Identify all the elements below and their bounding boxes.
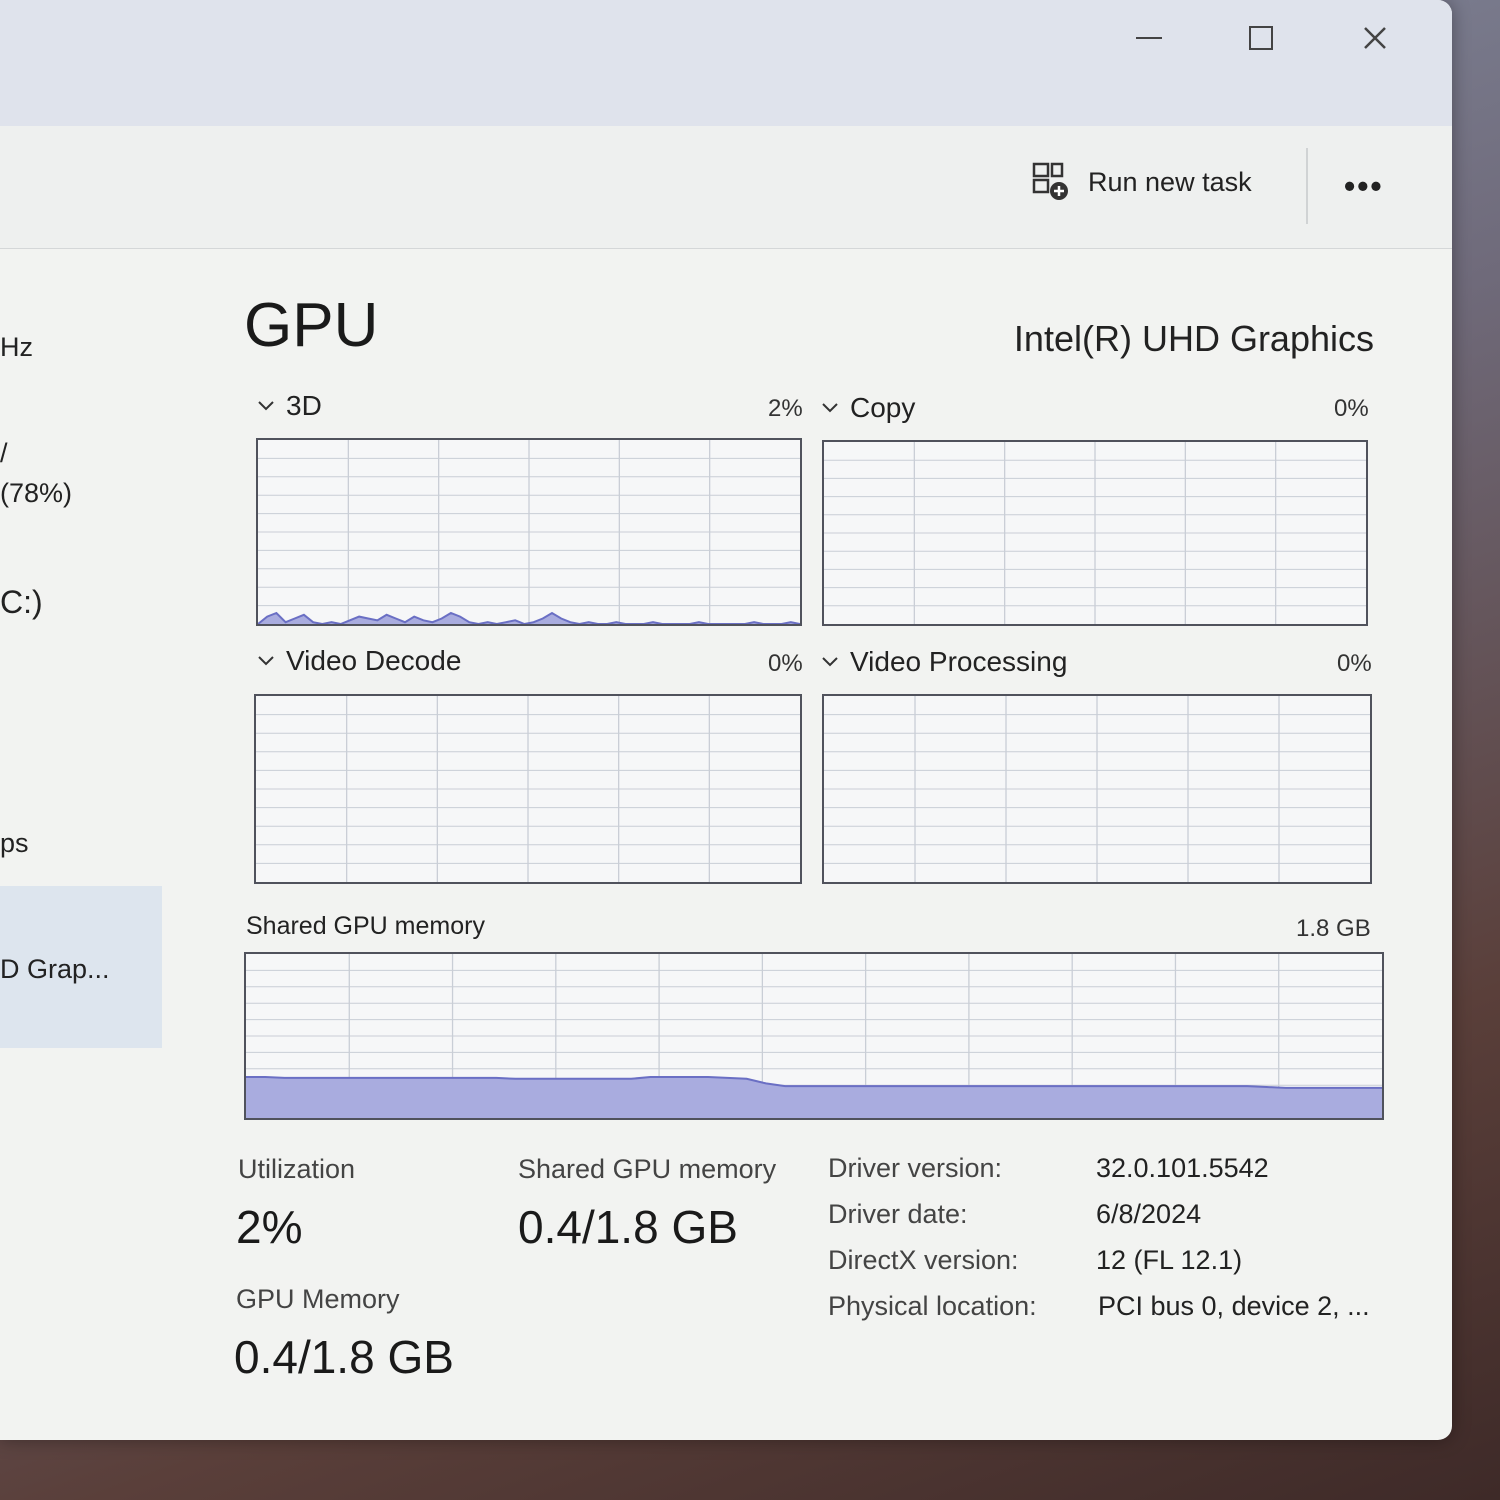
maximize-button[interactable] xyxy=(1236,16,1286,60)
engine-3d-chart xyxy=(257,440,801,626)
gpu-memory-value: 0.4/1.8 GB xyxy=(234,1331,454,1383)
engine-video-processing-chart xyxy=(824,696,1370,882)
shared-memory-graph xyxy=(244,952,1384,1120)
task-manager-window: Run new task ••• Hz / (78%) C:) ps D Gra… xyxy=(0,0,1452,1440)
sidebar: Hz / (78%) C:) ps xyxy=(0,248,200,1440)
chevron-down-icon xyxy=(258,401,274,411)
engine-video-processing-graph xyxy=(822,694,1372,884)
run-task-icon xyxy=(1032,162,1068,200)
sidebar-item-wifi[interactable]: ps xyxy=(0,828,29,859)
close-button[interactable] xyxy=(1350,16,1400,60)
driver-version-label: Driver version: xyxy=(828,1153,1003,1183)
close-icon xyxy=(1364,27,1386,49)
minimize-icon xyxy=(1136,37,1162,39)
toolbar-divider xyxy=(1306,148,1308,224)
chevron-down-icon xyxy=(822,657,838,667)
engine-3d-graph xyxy=(256,438,802,626)
sidebar-item-cpu[interactable]: Hz xyxy=(0,332,33,363)
gpu-memory-label: GPU Memory xyxy=(236,1284,400,1314)
chevron-down-icon xyxy=(822,403,838,413)
maximize-icon xyxy=(1249,26,1273,50)
engine-copy-percent: 0% xyxy=(1334,395,1369,422)
utilization-label: Utilization xyxy=(238,1154,356,1184)
engine-video-processing-label: Video Processing xyxy=(850,646,1068,677)
minimize-button[interactable] xyxy=(1124,16,1174,60)
title-bar xyxy=(0,0,1452,126)
driver-version-value: 32.0.101.5542 xyxy=(1096,1153,1269,1183)
engine-copy-label: Copy xyxy=(850,392,916,423)
engine-3d-label: 3D xyxy=(286,390,322,421)
engine-3d-selector[interactable]: 3D xyxy=(258,390,322,422)
engine-video-processing-selector[interactable]: Video Processing xyxy=(822,646,1067,678)
sidebar-item-disk[interactable]: C:) xyxy=(0,584,43,621)
shared-memory-chart xyxy=(246,954,1382,1118)
physical-location-label: Physical location: xyxy=(828,1291,1037,1321)
sidebar-item-gpu-label: D Grap... xyxy=(0,954,110,984)
engine-copy-selector[interactable]: Copy xyxy=(822,392,915,424)
shared-memory-series-area xyxy=(246,1077,1382,1118)
utilization-value: 2% xyxy=(236,1201,303,1253)
sidebar-item-memory-detail: (78%) xyxy=(0,478,73,508)
more-options-button[interactable]: ••• xyxy=(1344,168,1384,205)
shared-memory-label: Shared GPU memory xyxy=(518,1154,777,1184)
engine-copy-graph xyxy=(822,440,1368,626)
engine-video-decode-selector[interactable]: Video Decode xyxy=(258,645,461,677)
run-new-task-button[interactable]: Run new task xyxy=(1030,162,1252,202)
chevron-down-icon xyxy=(258,656,274,666)
engine-copy-chart xyxy=(824,442,1366,624)
shared-memory-value: 0.4/1.8 GB xyxy=(518,1201,738,1253)
engine-video-decode-percent: 0% xyxy=(768,650,803,677)
driver-date-label: Driver date: xyxy=(828,1199,968,1229)
engine-video-decode-chart xyxy=(256,696,800,882)
run-new-task-label: Run new task xyxy=(1088,166,1252,197)
sidebar-item-gpu-selected[interactable]: D Grap... xyxy=(0,886,162,1048)
directx-version-value: 12 (FL 12.1) xyxy=(1096,1245,1243,1275)
engine-video-decode-label: Video Decode xyxy=(286,645,462,676)
physical-location-value: PCI bus 0, device 2, ... xyxy=(1098,1291,1370,1321)
engine-3d-percent: 2% xyxy=(768,395,803,422)
adapter-name: Intel(R) UHD Graphics xyxy=(1013,318,1374,359)
page-title: GPU xyxy=(244,291,379,360)
engine-video-processing-percent: 0% xyxy=(1337,650,1372,677)
directx-version-label: DirectX version: xyxy=(828,1245,1019,1275)
driver-date-value: 6/8/2024 xyxy=(1096,1199,1202,1229)
engine-video-decode-graph xyxy=(254,694,802,884)
shared-memory-graph-max: 1.8 GB xyxy=(1296,915,1371,942)
shared-memory-graph-label: Shared GPU memory xyxy=(246,912,485,940)
sidebar-item-memory[interactable]: / xyxy=(0,438,8,469)
